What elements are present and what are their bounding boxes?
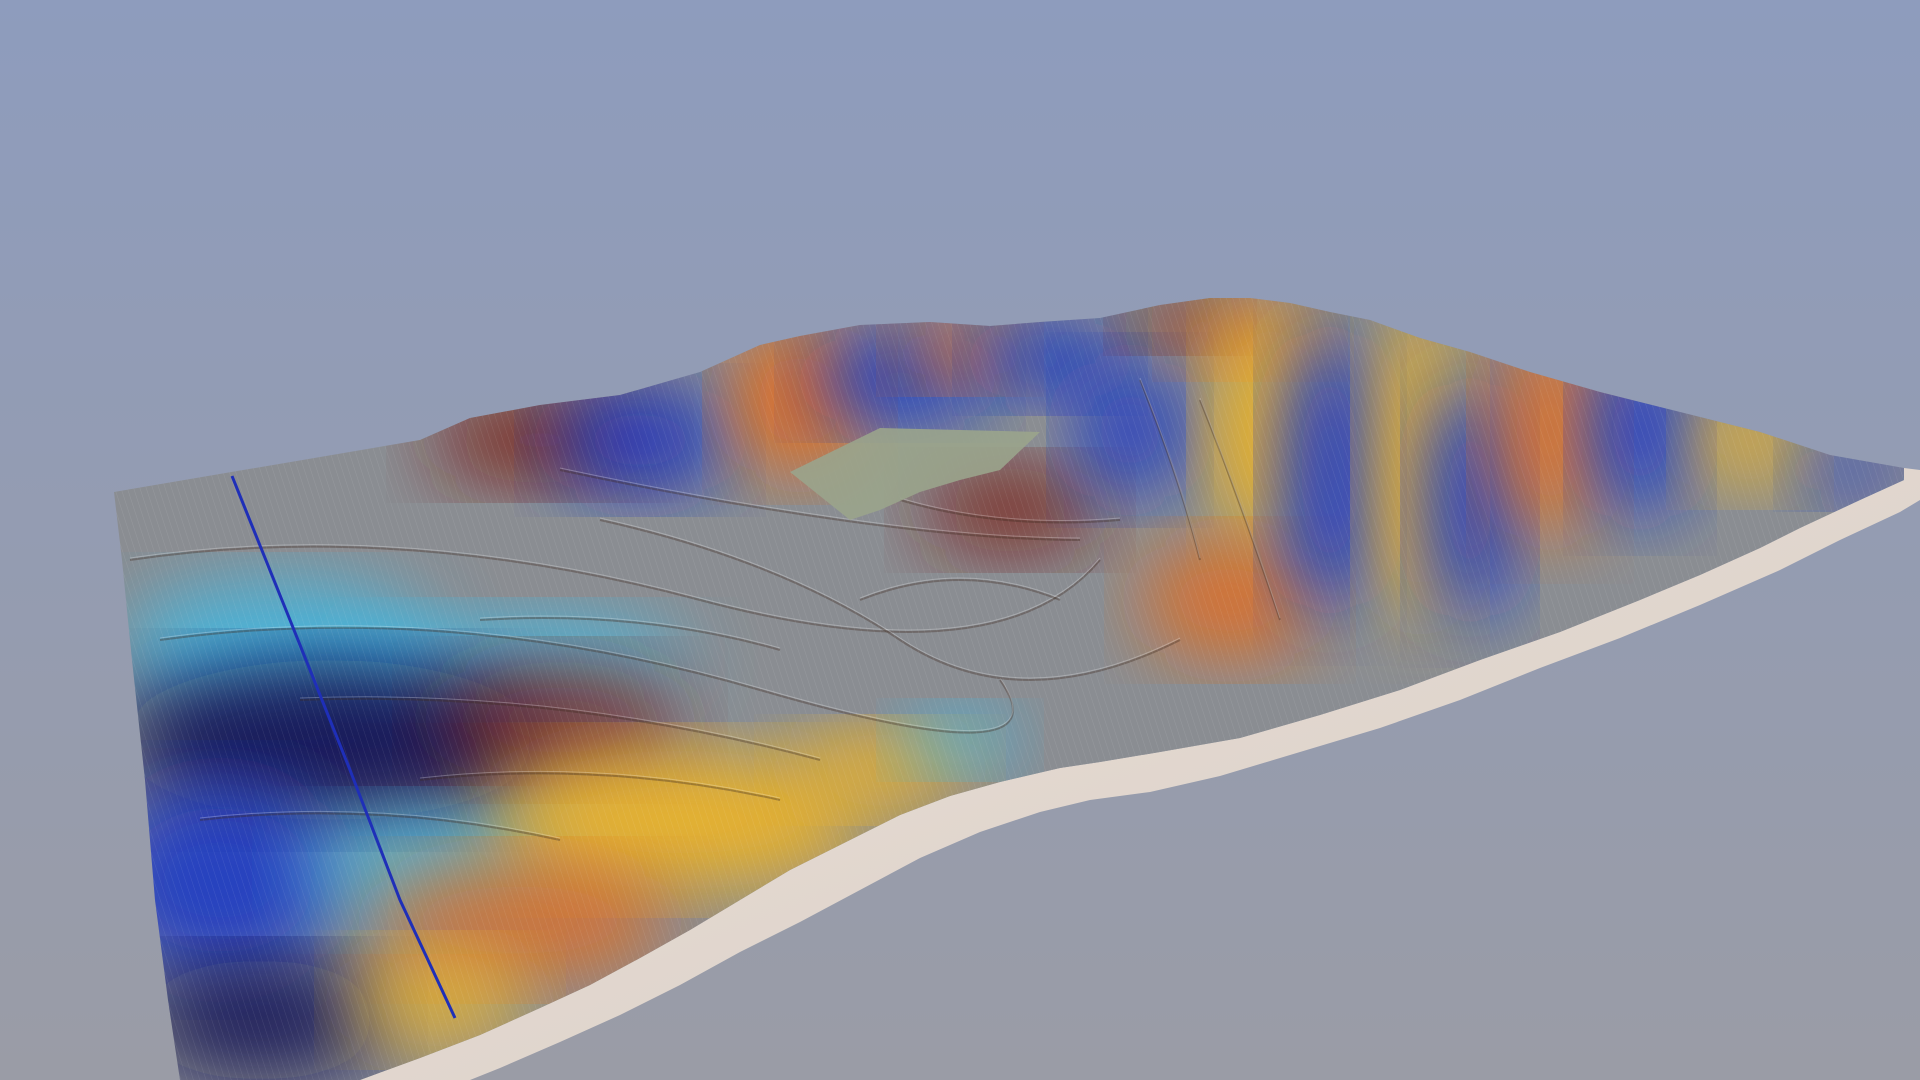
terrain-scene[interactable]: [0, 0, 1920, 1080]
3d-viewport[interactable]: [0, 0, 1920, 1080]
